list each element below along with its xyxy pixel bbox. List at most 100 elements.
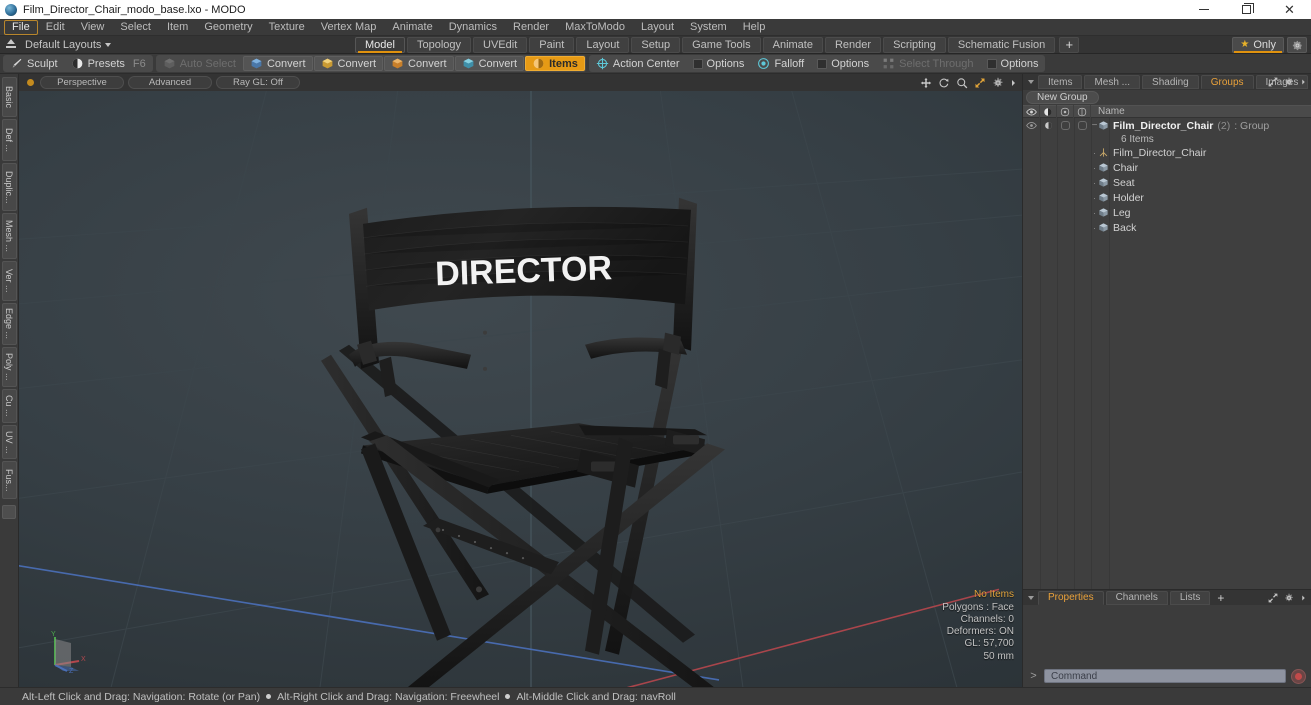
move-icon[interactable] [920,77,932,89]
tab-lists[interactable]: Lists [1169,590,1211,605]
tab-animate[interactable]: Animate [762,36,823,53]
gear-icon[interactable] [992,77,1004,89]
options-button-1[interactable]: Options [687,56,751,71]
vtab-deform[interactable]: Def ... [1,119,17,161]
menu-item-edit[interactable]: Edit [38,20,73,35]
tree-item-chair[interactable]: Chair [1098,162,1138,174]
vtab-mesh[interactable]: Mesh ... [1,213,17,259]
rtab-groups[interactable]: Groups [1200,75,1254,89]
auto-select-button[interactable]: Auto Select [157,56,242,71]
tab-schematic-fusion[interactable]: Schematic Fusion [947,36,1056,53]
viewport-raygl-toggle[interactable]: Ray GL: Off [216,76,300,89]
table-row[interactable]: − Film_Director_Chair (2) : Group [1023,118,1311,133]
checkbox-icon[interactable] [986,58,997,69]
row-eye-toggle[interactable] [1023,118,1040,133]
axis-gizmo[interactable]: Y X Z [45,627,89,673]
table-row[interactable]: · Back [1023,220,1311,235]
rtab-mesh[interactable]: Mesh ... [1084,75,1141,89]
only-button[interactable]: ★ Only [1232,37,1284,53]
select-through-button[interactable]: Select Through [876,56,979,71]
default-layouts-dropdown[interactable]: Default Layouts [25,39,112,51]
vtab-edge[interactable]: Edge ... [1,303,17,345]
close-icon[interactable]: ✕ [1268,0,1311,19]
menu-item-dynamics[interactable]: Dynamics [441,20,505,35]
upload-icon[interactable] [5,38,17,51]
tab-game-tools[interactable]: Game Tools [682,36,761,53]
tab-scripting[interactable]: Scripting [883,36,946,53]
zoom-icon[interactable] [956,77,968,89]
falloff-button[interactable]: Falloff [751,56,810,71]
rtab-items[interactable]: Items [1038,75,1083,89]
settings-gear-button[interactable] [1287,37,1307,53]
options-button-3[interactable]: Options [981,56,1045,71]
menu-item-vertex-map[interactable]: Vertex Map [313,20,385,35]
menu-item-layout[interactable]: Layout [633,20,682,35]
presets-button[interactable]: Presets F6 [65,56,152,71]
3d-viewport[interactable]: DIRECTOR No Items Polygons: Face Channe… [19,91,1022,687]
expand-collapse-toggle[interactable]: − [1091,120,1098,130]
vtab-duplicate[interactable]: Duplic... [1,163,17,211]
command-input[interactable]: Command [1044,669,1286,683]
action-center-button[interactable]: Action Center [590,56,686,71]
tree-item-group[interactable]: Film_Director_Chair (2) : Group [1098,120,1269,132]
table-row[interactable]: · Film_Director_Chair [1023,145,1311,160]
director-chair-model[interactable]: DIRECTOR [19,91,1022,687]
row-wire-toggle[interactable] [1074,118,1091,133]
convert-button-2[interactable]: Convert [313,56,384,71]
menu-item-help[interactable]: Help [735,20,774,35]
row-render-toggle[interactable] [1057,118,1074,133]
expand-icon[interactable] [1268,77,1278,87]
table-row[interactable]: · Holder [1023,190,1311,205]
tree-item-leg[interactable]: Leg [1098,207,1131,219]
vtab-curve[interactable]: Cu ... [1,389,17,423]
arrow-right-icon[interactable] [1010,77,1017,89]
panel-menu-arrow-icon[interactable] [1028,80,1034,84]
viewport-view-mode[interactable]: Perspective [40,76,124,89]
gear-icon[interactable] [1284,77,1294,87]
tab-channels[interactable]: Channels [1105,590,1168,605]
record-icon[interactable] [1291,668,1306,684]
add-properties-tab-button[interactable]: + [1212,591,1229,605]
menu-item-render[interactable]: Render [505,20,557,35]
viewport-shading-mode[interactable]: Advanced [128,76,212,89]
menu-item-maxtomodo[interactable]: MaxToModo [557,20,633,35]
header-eye-icon[interactable] [1023,105,1040,118]
rtab-shading[interactable]: Shading [1142,75,1199,89]
tree-item-locator[interactable]: Film_Director_Chair [1098,147,1206,159]
vtab-basic[interactable]: Basic [1,77,17,117]
menu-item-item[interactable]: Item [159,20,196,35]
tab-layout[interactable]: Layout [576,36,630,53]
header-wire-icon[interactable] [1074,105,1091,118]
sculpt-button[interactable]: Sculpt [4,56,64,71]
tree-item-seat[interactable]: Seat [1098,177,1135,189]
gear-icon[interactable] [1284,593,1294,603]
tree-item-back[interactable]: Back [1098,222,1136,234]
menu-item-system[interactable]: System [682,20,735,35]
new-group-button[interactable]: New Group [1026,91,1099,104]
arrow-right-icon[interactable] [1300,593,1307,603]
convert-button-4[interactable]: Convert [454,56,525,71]
tab-topology[interactable]: Topology [406,36,472,53]
header-shade-icon[interactable] [1040,105,1057,118]
menu-item-select[interactable]: Select [112,20,159,35]
tab-properties[interactable]: Properties [1038,590,1104,605]
expand-icon[interactable] [1268,593,1278,603]
table-row[interactable]: · Chair [1023,160,1311,175]
convert-button-3[interactable]: Convert [384,56,454,71]
row-shade-toggle[interactable] [1040,118,1057,133]
convert-button-1[interactable]: Convert [242,56,313,71]
arrow-right-icon[interactable] [1300,77,1307,87]
add-layout-tab-button[interactable]: + [1059,36,1080,53]
table-row[interactable]: · Seat [1023,175,1311,190]
vtab-fusion[interactable]: Fus... [1,461,17,499]
rotate-icon[interactable] [938,77,950,89]
checkbox-icon[interactable] [692,58,703,69]
checkbox-icon[interactable] [817,58,828,69]
vtab-vertex[interactable]: Ver ... [1,261,17,301]
menu-item-geometry[interactable]: Geometry [196,20,260,35]
group-tree[interactable]: − Film_Director_Chair (2) : Group 6 Item… [1023,118,1311,589]
vtab-overflow-button[interactable] [2,505,16,519]
tab-render[interactable]: Render [824,36,882,53]
tab-uvedit[interactable]: UVEdit [473,36,528,53]
table-row[interactable]: · Leg [1023,205,1311,220]
